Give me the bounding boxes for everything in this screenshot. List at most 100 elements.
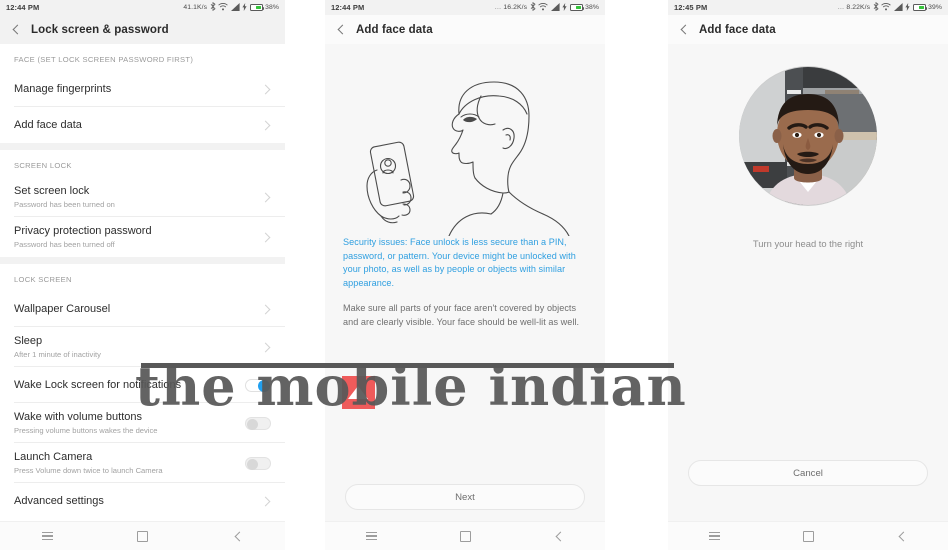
wifi-icon <box>538 2 548 13</box>
settings-row-sleep[interactable]: Sleep After 1 minute of inactivity <box>0 327 285 367</box>
row-title: Launch Camera <box>14 451 93 463</box>
system-nav-bar <box>0 521 285 550</box>
row-subtitle: Press Volume down twice to launch Camera <box>14 466 163 475</box>
row-subtitle: Pressing volume buttons wakes the device <box>14 426 158 435</box>
page-title: Add face data <box>699 23 776 36</box>
battery-icon <box>912 4 927 11</box>
more-indicator-icon: … <box>494 4 501 11</box>
home-icon[interactable] <box>459 530 471 542</box>
settings-row-wake-with-volume-buttons[interactable]: Wake with volume buttons Pressing volume… <box>0 403 285 443</box>
row-title: Add face data <box>14 119 82 131</box>
status-bar-time: 12:44 PM <box>6 3 40 12</box>
phone-panel-add-face-data-capture: 12:45 PM … 8.22K/s 39% Add face data Tur… <box>668 0 948 550</box>
battery-percent-label: 39% <box>928 4 942 11</box>
row-title: Privacy protection password <box>14 225 152 237</box>
page-title: Add face data <box>356 23 433 36</box>
settings-row-privacy-protection-password[interactable]: Privacy protection password Password has… <box>0 217 285 257</box>
page-title: Lock screen & password <box>31 23 169 36</box>
security-warning-text: Security issues: Face unlock is less sec… <box>343 237 576 288</box>
status-bar-time: 12:45 PM <box>674 3 708 12</box>
app-bar: Add face data <box>668 15 948 44</box>
face-note-text: Make sure all parts of your face aren't … <box>343 303 580 327</box>
cancel-button[interactable]: Cancel <box>688 460 928 486</box>
bluetooth-icon <box>873 1 879 13</box>
row-title: Advanced settings <box>14 495 104 507</box>
settings-row-wallpaper-carousel[interactable]: Wallpaper Carousel <box>0 291 285 327</box>
back-chevron-icon[interactable] <box>335 24 347 36</box>
row-subtitle: Password has been turned off <box>14 240 115 249</box>
settings-row-add-face-data[interactable]: Add face data <box>0 107 285 143</box>
status-bar-icons: … 16.2K/s 38% <box>494 1 599 13</box>
screenshot-stage: 12:44 PM 41.1K/s 38% Lock screen & passw… <box>0 0 950 550</box>
menu-icon[interactable] <box>366 531 378 541</box>
signal-icon <box>230 2 240 13</box>
row-title: Wake with volume buttons <box>14 411 142 423</box>
chevron-right-icon <box>260 342 271 353</box>
intro-copy: Security issues: Face unlock is less sec… <box>325 236 605 330</box>
phone-panel-add-face-data-intro: 12:44 PM … 16.2K/s 38% Add face data Sec… <box>325 0 605 550</box>
status-bar: 12:45 PM … 8.22K/s 39% <box>668 0 948 15</box>
capture-body: Turn your head to the right Cancel <box>668 44 948 522</box>
home-icon[interactable] <box>137 530 149 542</box>
charging-bolt-icon <box>562 2 567 13</box>
settings-row-launch-camera[interactable]: Launch Camera Press Volume down twice to… <box>0 443 285 483</box>
back-icon[interactable] <box>554 531 564 541</box>
battery-percent-label: 38% <box>265 4 279 11</box>
row-title: Set screen lock <box>14 185 90 197</box>
home-icon[interactable] <box>802 530 814 542</box>
row-subtitle: After 1 minute of inactivity <box>14 350 101 359</box>
back-icon[interactable] <box>897 531 907 541</box>
row-title: Wallpaper Carousel <box>14 303 111 315</box>
row-title: Manage fingerprints <box>14 83 112 95</box>
chevron-right-icon <box>260 496 271 507</box>
menu-icon[interactable] <box>42 531 54 541</box>
bluetooth-icon <box>530 1 536 13</box>
settings-row-advanced-settings[interactable]: Advanced settings <box>0 483 285 519</box>
toggle-launch-camera[interactable] <box>245 456 271 470</box>
settings-row-set-screen-lock[interactable]: Set screen lock Password has been turned… <box>0 177 285 217</box>
system-nav-bar <box>668 521 948 550</box>
phone-panel-lock-screen-settings: 12:44 PM 41.1K/s 38% Lock screen & passw… <box>0 0 285 550</box>
next-button[interactable]: Next <box>345 484 585 510</box>
more-indicator-icon: … <box>837 4 844 11</box>
signal-icon <box>550 2 560 13</box>
row-title: Wake Lock screen for notifications <box>14 379 182 391</box>
back-chevron-icon[interactable] <box>678 24 690 36</box>
battery-icon <box>249 4 264 11</box>
settings-list: FACE (SET LOCK SCREEN PASSWORD FIRST) Ma… <box>0 44 285 519</box>
signal-icon <box>893 2 903 13</box>
group-separator <box>0 257 285 264</box>
app-bar: Add face data <box>325 15 605 44</box>
chevron-right-icon <box>260 120 271 131</box>
intro-body: Security issues: Face unlock is less sec… <box>325 44 605 522</box>
section-header-lock-screen: LOCK SCREEN <box>0 264 285 291</box>
wifi-icon <box>881 2 891 13</box>
battery-icon <box>569 4 584 11</box>
section-header-screen-lock: SCREEN LOCK <box>0 150 285 177</box>
primary-action-area: Cancel <box>668 460 948 486</box>
primary-action-area: Next <box>325 484 605 510</box>
app-bar: Lock screen & password <box>0 15 285 44</box>
chevron-right-icon <box>260 192 271 203</box>
charging-bolt-icon <box>905 2 910 13</box>
network-speed-label: 8.22K/s <box>846 4 871 11</box>
settings-row-wake-lock-screen-for-notifications[interactable]: Wake Lock screen for notifications <box>0 367 285 403</box>
settings-row-manage-fingerprints[interactable]: Manage fingerprints <box>0 71 285 107</box>
row-subtitle: Password has been turned on <box>14 200 115 209</box>
status-bar-icons: … 8.22K/s 39% <box>837 1 942 13</box>
camera-face-preview <box>739 66 877 206</box>
menu-icon[interactable] <box>709 531 721 541</box>
chevron-right-icon <box>260 84 271 95</box>
toggle-wake-lock-screen[interactable] <box>245 378 271 392</box>
status-bar: 12:44 PM 41.1K/s 38% <box>0 0 285 15</box>
toggle-wake-with-volume-buttons[interactable] <box>245 416 271 430</box>
charging-bolt-icon <box>242 2 247 13</box>
back-icon[interactable] <box>233 531 243 541</box>
system-nav-bar <box>325 521 605 550</box>
back-chevron-icon[interactable] <box>10 24 22 36</box>
face-unlock-profile-illustration <box>365 81 570 236</box>
capture-hint-text: Turn your head to the right <box>752 238 864 249</box>
chevron-right-icon <box>260 304 271 315</box>
status-bar: 12:44 PM … 16.2K/s 38% <box>325 0 605 15</box>
section-header-face: FACE (SET LOCK SCREEN PASSWORD FIRST) <box>0 44 285 71</box>
